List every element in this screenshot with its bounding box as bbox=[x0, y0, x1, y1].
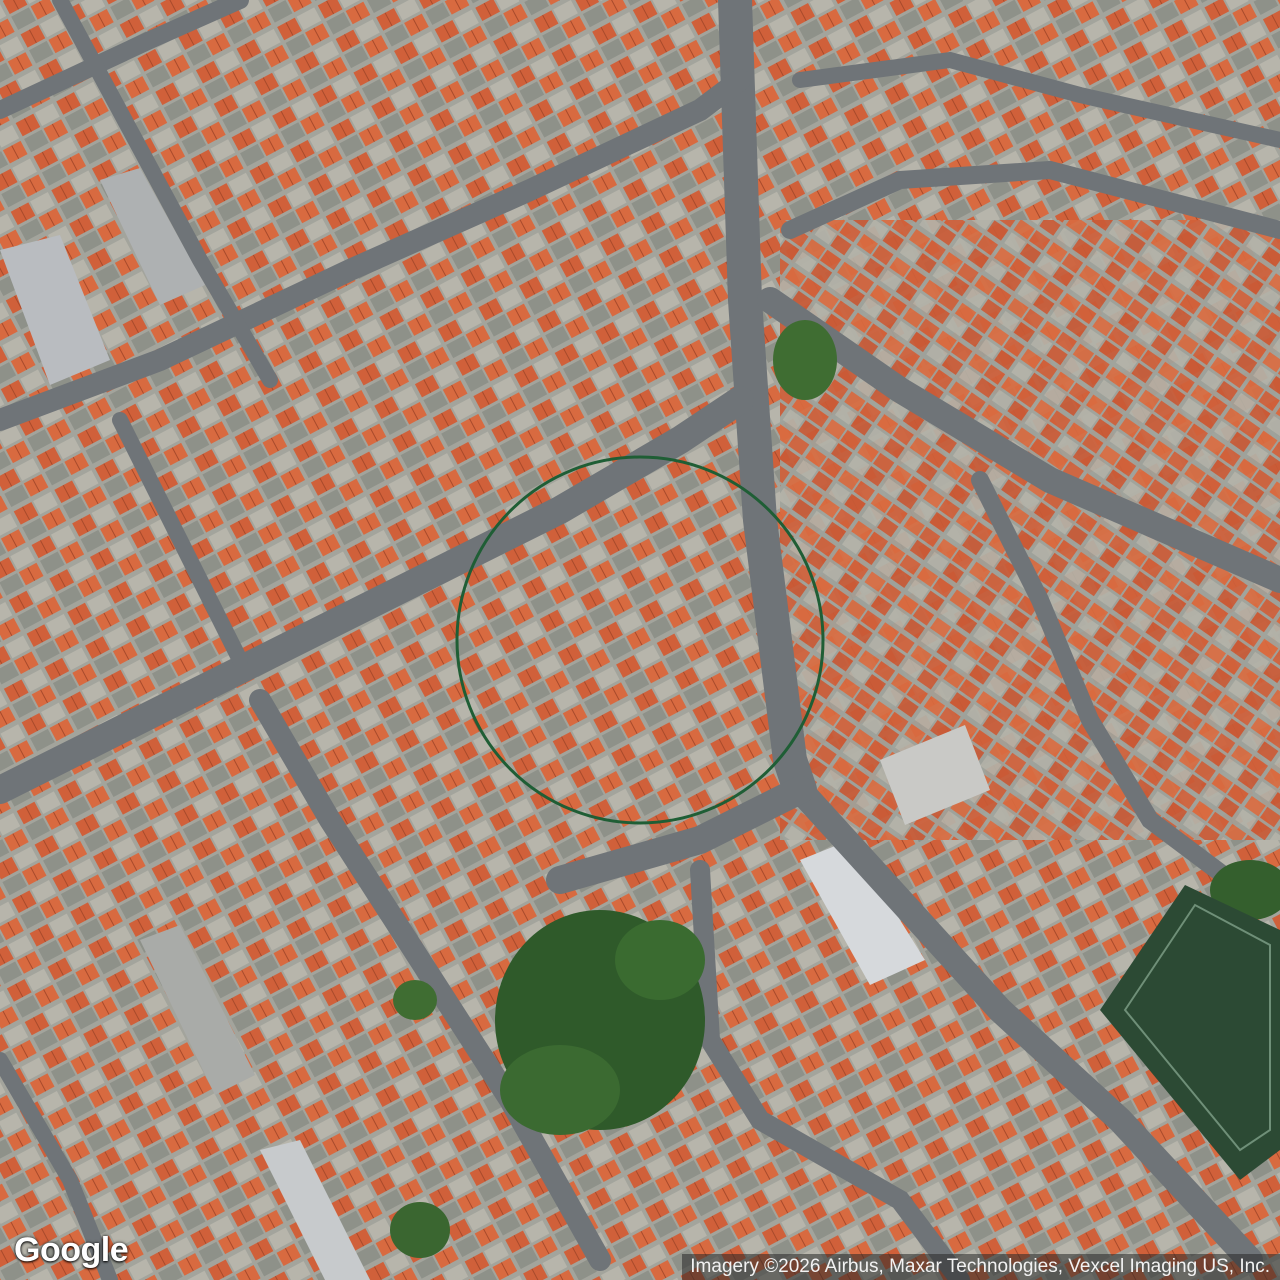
tree-cluster bbox=[773, 320, 837, 400]
imagery-attribution: Imagery ©2026 Airbus, Maxar Technologies… bbox=[682, 1254, 1280, 1280]
urban-blocks-east bbox=[780, 220, 1280, 840]
google-logo: Google bbox=[14, 1231, 129, 1269]
satellite-imagery bbox=[0, 0, 1280, 1280]
park-trees bbox=[500, 1045, 620, 1135]
satellite-map[interactable]: Google Imagery ©2026 Airbus, Maxar Techn… bbox=[0, 0, 1280, 1280]
tree-cluster bbox=[390, 1202, 450, 1258]
park-trees bbox=[615, 920, 705, 1000]
tree-cluster bbox=[393, 980, 437, 1020]
